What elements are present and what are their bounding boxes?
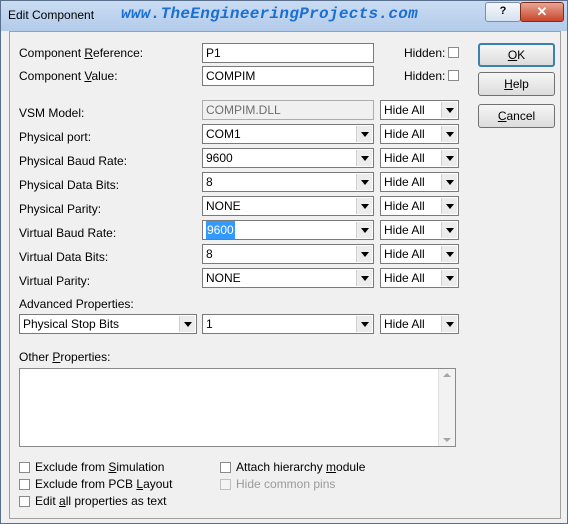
vsm-model-visibility-select[interactable]: Hide All bbox=[380, 100, 459, 120]
virtual-parity-visibility-select[interactable]: Hide All bbox=[380, 268, 459, 288]
chevron-down-icon bbox=[441, 174, 457, 190]
physical-parity-select[interactable]: NONE bbox=[202, 196, 374, 216]
value-hidden-checkbox[interactable] bbox=[448, 70, 459, 81]
advanced-property-select[interactable]: Physical Stop Bits bbox=[19, 314, 197, 334]
virtual-data-bits-select[interactable]: 8 bbox=[202, 244, 374, 264]
watermark-text: www.TheEngineeringProjects.com bbox=[121, 5, 419, 23]
physical-port-label: Physical port: bbox=[19, 130, 92, 144]
virtual-baud-rate-label: Virtual Baud Rate: bbox=[19, 226, 117, 240]
chevron-down-icon bbox=[356, 316, 372, 332]
advanced-value-select[interactable]: 1 bbox=[202, 314, 374, 334]
chevron-down-icon bbox=[441, 222, 457, 238]
attach-hierarchy-checkbox[interactable] bbox=[220, 462, 231, 473]
title-bar[interactable]: Edit Component www.TheEngineeringProject… bbox=[1, 1, 567, 31]
chevron-down-icon bbox=[356, 150, 372, 166]
physical-data-bits-select[interactable]: 8 bbox=[202, 172, 374, 192]
chevron-down-icon bbox=[179, 316, 195, 332]
value-hidden-label: Hidden: bbox=[404, 69, 446, 83]
scroll-down-icon[interactable] bbox=[443, 438, 451, 442]
chevron-down-icon bbox=[441, 150, 457, 166]
chevron-down-icon bbox=[356, 174, 372, 190]
chevron-down-icon bbox=[441, 316, 457, 332]
advanced-visibility-select[interactable]: Hide All bbox=[380, 314, 459, 334]
other-properties-scrollbar[interactable] bbox=[438, 369, 455, 446]
component-reference-label: Component Reference: bbox=[19, 46, 144, 60]
reference-hidden-label: Hidden: bbox=[404, 46, 446, 60]
exclude-simulation-checkbox[interactable] bbox=[19, 462, 30, 473]
physical-baud-rate-label: Physical Baud Rate: bbox=[19, 154, 128, 168]
chevron-down-icon bbox=[441, 270, 457, 286]
component-value-input[interactable]: COMPIM bbox=[202, 66, 374, 86]
physical-parity-label: Physical Parity: bbox=[19, 202, 102, 216]
chevron-down-icon bbox=[356, 246, 372, 262]
physical-data-bits-label: Physical Data Bits: bbox=[19, 178, 120, 192]
help-button[interactable]: Help bbox=[478, 72, 555, 96]
physical-port-select[interactable]: COM1 bbox=[202, 124, 374, 144]
chevron-down-icon bbox=[441, 102, 457, 118]
chevron-down-icon bbox=[441, 246, 457, 262]
exclude-pcb-layout-label: Exclude from PCB Layout bbox=[35, 477, 173, 491]
virtual-parity-select[interactable]: NONE bbox=[202, 268, 374, 288]
virtual-data-bits-visibility-select[interactable]: Hide All bbox=[380, 244, 459, 264]
scroll-up-icon[interactable] bbox=[443, 373, 451, 377]
edit-component-dialog: Edit Component www.TheEngineeringProject… bbox=[0, 0, 568, 524]
close-icon[interactable]: ✕ bbox=[520, 2, 564, 22]
physical-data-bits-visibility-select[interactable]: Hide All bbox=[380, 172, 459, 192]
physical-parity-visibility-select[interactable]: Hide All bbox=[380, 196, 459, 216]
hide-common-pins-checkbox bbox=[220, 479, 231, 490]
component-value-label: Component Value: bbox=[19, 69, 118, 83]
advanced-properties-label: Advanced Properties: bbox=[19, 297, 134, 311]
edit-all-properties-checkbox[interactable] bbox=[19, 496, 30, 507]
cancel-button[interactable]: Cancel bbox=[478, 104, 555, 128]
physical-baud-rate-select[interactable]: 9600 bbox=[202, 148, 374, 168]
chevron-down-icon bbox=[356, 126, 372, 142]
other-properties-label: Other Properties: bbox=[19, 350, 111, 364]
edit-all-properties-label: Edit all properties as text bbox=[35, 494, 167, 508]
virtual-data-bits-label: Virtual Data Bits: bbox=[19, 250, 109, 264]
other-properties-textarea[interactable] bbox=[19, 368, 456, 447]
hide-common-pins-label: Hide common pins bbox=[236, 477, 336, 491]
chevron-down-icon bbox=[356, 222, 372, 238]
help-icon[interactable]: ? bbox=[485, 2, 521, 22]
physical-port-visibility-select[interactable]: Hide All bbox=[380, 124, 459, 144]
vsm-model-field: COMPIM.DLL bbox=[202, 100, 374, 120]
chevron-down-icon bbox=[356, 270, 372, 286]
exclude-pcb-layout-checkbox[interactable] bbox=[19, 479, 30, 490]
attach-hierarchy-label: Attach hierarchy module bbox=[236, 460, 366, 474]
virtual-baud-rate-visibility-select[interactable]: Hide All bbox=[380, 220, 459, 240]
chevron-down-icon bbox=[356, 198, 372, 214]
virtual-baud-rate-select[interactable]: 9600 bbox=[202, 220, 374, 240]
reference-hidden-checkbox[interactable] bbox=[448, 47, 459, 58]
window-title: Edit Component bbox=[8, 8, 95, 22]
chevron-down-icon bbox=[441, 198, 457, 214]
vsm-model-label: VSM Model: bbox=[19, 106, 85, 120]
component-reference-input[interactable]: P1 bbox=[202, 43, 374, 63]
chevron-down-icon bbox=[441, 126, 457, 142]
virtual-parity-label: Virtual Parity: bbox=[19, 274, 91, 288]
physical-baud-rate-visibility-select[interactable]: Hide All bbox=[380, 148, 459, 168]
exclude-simulation-label: Exclude from Simulation bbox=[35, 460, 165, 474]
ok-button[interactable]: OK bbox=[478, 43, 555, 67]
dialog-body: Component Reference: P1 Hidden: Componen… bbox=[9, 31, 561, 519]
